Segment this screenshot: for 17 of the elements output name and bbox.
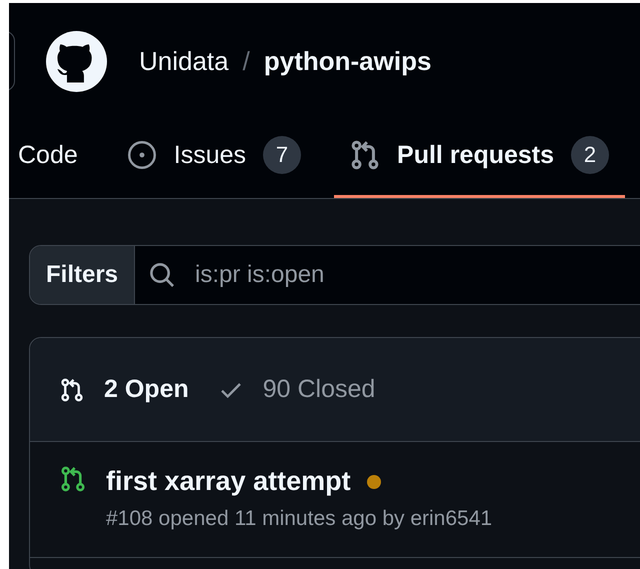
pull-request-icon <box>60 466 86 492</box>
pull-request-meta: #108 opened 11 minutes ago by erin6541 <box>106 507 492 531</box>
count-badge: 2 <box>571 136 610 174</box>
issue-icon <box>126 140 157 170</box>
count-badge: 7 <box>263 136 302 174</box>
pull-request-icon <box>60 378 84 402</box>
repo-tab[interactable]: Issues 7 <box>110 119 318 198</box>
pull-request-icon <box>350 140 380 170</box>
pull-request-title[interactable]: first xarray attempt <box>106 466 351 497</box>
repo-link[interactable]: python-awips <box>264 46 432 76</box>
owner-link[interactable]: Unidata <box>139 46 229 76</box>
state-filter[interactable]: 90 Closed <box>218 375 376 404</box>
repo-tab[interactable]: Pull requests 2 <box>334 119 626 198</box>
repo-tab[interactable]: Code <box>9 119 94 198</box>
state-filter[interactable]: 2 Open <box>60 375 189 404</box>
path-separator: / <box>242 46 250 76</box>
logo-icon <box>46 30 107 92</box>
